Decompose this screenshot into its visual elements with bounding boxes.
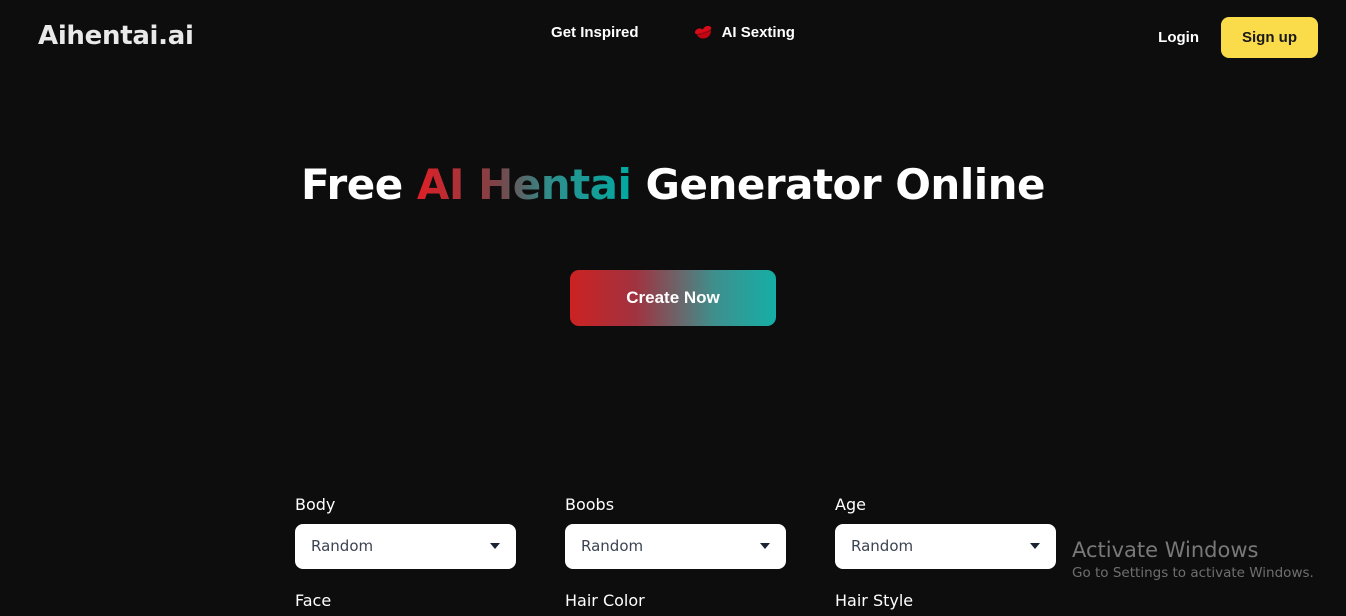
login-link[interactable]: Login: [1154, 23, 1203, 52]
field-hair-style: Hair Style: [835, 590, 1056, 616]
select-age[interactable]: Random: [835, 523, 1056, 569]
select-age-value: Random: [851, 537, 914, 556]
page-root: Aihentai.ai Get Inspired AI Sexting Logi…: [0, 0, 1346, 616]
watermark-subtitle: Go to Settings to activate Windows.: [1072, 565, 1314, 582]
header-actions: Login Sign up: [1154, 17, 1318, 58]
title-gradient-part: AI Hentai: [416, 160, 632, 209]
title-part-2: Generator Online: [631, 160, 1046, 209]
select-boobs-value: Random: [581, 537, 644, 556]
field-age: Age Random: [835, 496, 1056, 569]
title-part-1: Free: [301, 160, 417, 209]
options-row-2: Face Hair Color Hair Style: [295, 590, 1345, 616]
nav-item-get-inspired[interactable]: Get Inspired: [551, 24, 639, 41]
chevron-down-icon: [490, 543, 500, 550]
lips-icon: [694, 25, 711, 39]
signup-button[interactable]: Sign up: [1221, 17, 1318, 58]
page-title: Free AI Hentai Generator Online: [0, 160, 1346, 209]
nav-label-ai-sexting: AI Sexting: [721, 24, 795, 41]
field-boobs: Boobs Random: [565, 496, 786, 569]
watermark-title: Activate Windows: [1072, 538, 1259, 562]
chevron-down-icon: [760, 543, 770, 550]
nav-label-get-inspired: Get Inspired: [551, 24, 639, 41]
label-hair-color: Hair Color: [565, 590, 645, 610]
field-body: Body Random: [295, 496, 516, 569]
label-hair-style: Hair Style: [835, 590, 914, 610]
label-boobs: Boobs: [565, 495, 615, 514]
label-age: Age: [835, 495, 866, 514]
nav-item-ai-sexting[interactable]: AI Sexting: [694, 24, 795, 41]
site-header: Aihentai.ai Get Inspired AI Sexting Logi…: [0, 0, 1346, 73]
label-face: Face: [295, 590, 332, 610]
select-body[interactable]: Random: [295, 523, 516, 569]
chevron-down-icon: [1030, 543, 1040, 550]
field-face: Face: [295, 590, 516, 616]
select-body-value: Random: [311, 537, 374, 556]
cta-container: Create Now: [0, 270, 1346, 326]
windows-activation-watermark: Activate Windows Go to Settings to activ…: [1072, 538, 1314, 581]
select-boobs[interactable]: Random: [565, 523, 786, 569]
create-now-button[interactable]: Create Now: [570, 270, 776, 326]
field-hair-color: Hair Color: [565, 590, 786, 616]
label-body: Body: [295, 495, 336, 514]
main-navigation: Get Inspired AI Sexting: [0, 24, 1346, 41]
